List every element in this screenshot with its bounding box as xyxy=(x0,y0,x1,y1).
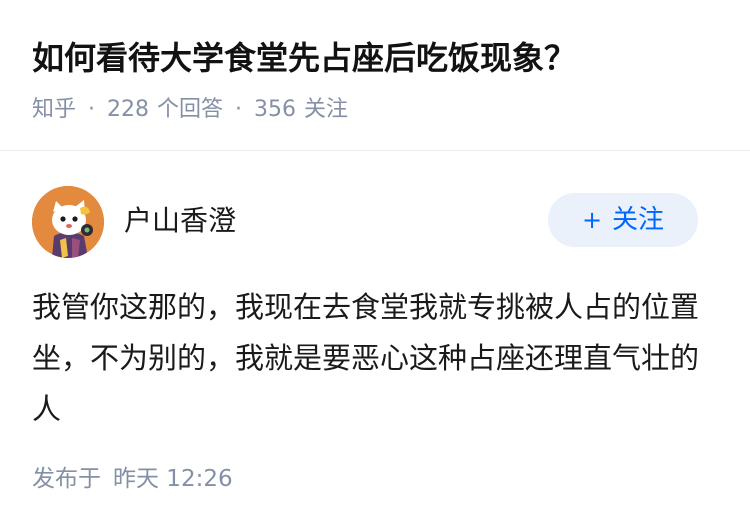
answer-card: 户山香澄 + 关注 我管你这那的，我现在去食堂我就专挑被人占的位置坐，不为别的，我… xyxy=(0,151,750,530)
author-name[interactable]: 户山香澄 xyxy=(124,201,236,241)
follow-button-label: 关注 xyxy=(612,205,665,235)
avatar[interactable] xyxy=(32,186,104,258)
answer-count: 228 xyxy=(107,97,150,122)
publish-label: 发布于 xyxy=(32,466,101,492)
publish-timestamp: 昨天 12:26 xyxy=(113,466,233,492)
question-title[interactable]: 如何看待大学食堂先占座后吃饭现象？ xyxy=(32,34,576,82)
answer-count-label: 个回答 xyxy=(157,97,224,122)
question-header: 如何看待大学食堂先占座后吃饭现象？ 知乎 · 228 个回答 · 356 关注 xyxy=(0,0,750,151)
follower-count: 356 xyxy=(254,97,297,122)
meta-separator: · xyxy=(88,97,96,122)
source-label[interactable]: 知乎 xyxy=(32,97,76,122)
question-meta: 知乎 · 228 个回答 · 356 关注 xyxy=(32,94,348,126)
publish-time: 发布于 昨天 12:26 xyxy=(32,463,233,495)
answer-content[interactable]: 我管你这那的，我现在去食堂我就专挑被人占的位置坐，不为别的，我就是要恶心这种占座… xyxy=(32,282,712,435)
follow-button[interactable]: + 关注 xyxy=(548,193,698,247)
plus-icon: + xyxy=(581,206,603,234)
meta-separator: · xyxy=(235,97,243,122)
avatar-image xyxy=(32,186,104,258)
follower-count-label: 关注 xyxy=(304,97,349,122)
